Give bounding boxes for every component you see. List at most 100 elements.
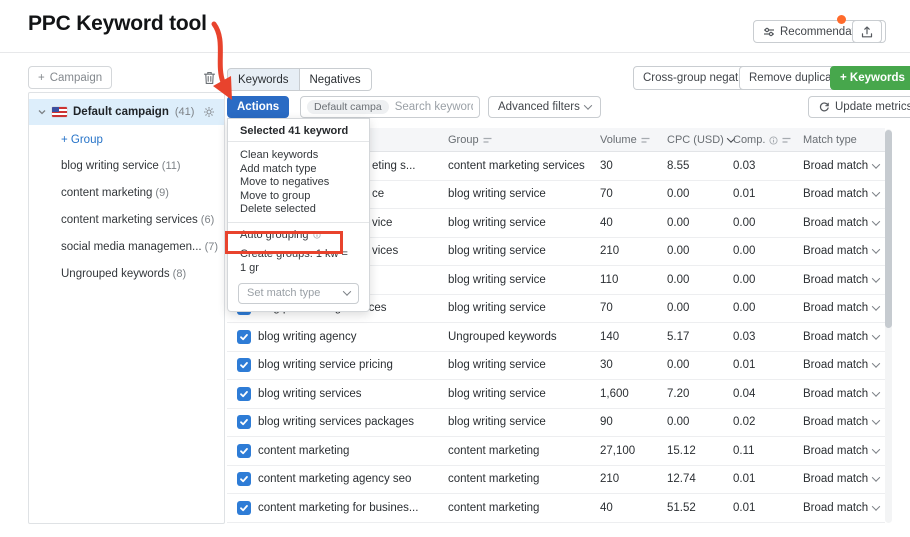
match-type-label: Broad match: [803, 274, 868, 286]
match-type-dropdown[interactable]: Broad match: [803, 416, 879, 428]
comp-cell: 0.03: [733, 331, 755, 343]
gear-icon[interactable]: [203, 106, 215, 118]
export-icon: [861, 26, 873, 38]
group-cell: content marketing: [448, 502, 539, 514]
comp-cell: 0.00: [733, 217, 755, 229]
menu-item-create-groups[interactable]: Create groups: 1 kw = 1 gr: [228, 247, 369, 277]
volume-cell: 210: [600, 473, 619, 485]
campaign-name: Default campaign: [73, 106, 169, 118]
match-type-dropdown[interactable]: Broad match: [803, 217, 879, 229]
match-type-dropdown[interactable]: Broad match: [803, 302, 879, 314]
cpc-cell: 8.55: [667, 160, 689, 172]
advanced-filters-button[interactable]: Advanced filters: [488, 96, 601, 118]
sort-icon: [483, 137, 492, 144]
group-cell: blog writing service: [448, 302, 546, 314]
keyword-cell: blog writing services packages: [258, 416, 414, 428]
cpc-cell: 5.17: [667, 331, 689, 343]
volume-cell: 27,100: [600, 445, 635, 457]
group-cell: blog writing service: [448, 245, 546, 257]
group-count: (7): [205, 241, 218, 253]
keyword-checkbox-checked[interactable]: [237, 501, 251, 515]
comp-cell: 0.04: [733, 388, 755, 400]
keyword-checkbox-checked[interactable]: [237, 387, 251, 401]
chevron-down-icon: [872, 331, 880, 339]
volume-cell: 110: [600, 274, 618, 286]
match-type-dropdown[interactable]: Broad match: [803, 274, 879, 286]
comp-cell: 0.01: [733, 188, 755, 200]
keyword-checkbox-checked[interactable]: [237, 358, 251, 372]
volume-cell: 70: [600, 302, 613, 314]
table-row: content marketing agency seocontent mark…: [227, 466, 885, 495]
match-type-label: Broad match: [803, 445, 868, 457]
sidebar-item-default-campaign[interactable]: Default campaign (41): [29, 99, 224, 125]
sidebar-item-group-0[interactable]: blog writing service(11): [61, 160, 181, 175]
column-header-match-type[interactable]: Match type: [803, 128, 857, 152]
sidebar-item-group-3[interactable]: social media managemen...(7): [61, 241, 218, 256]
volume-cell: 40: [600, 502, 613, 514]
match-type-dropdown[interactable]: Broad match: [803, 445, 879, 457]
set-match-type-select[interactable]: Set match type: [238, 283, 359, 304]
tab-keywords[interactable]: Keywords: [227, 68, 300, 91]
keyword-cell: vices: [372, 245, 398, 257]
table-row: content marketingcontent marketing27,100…: [227, 437, 885, 466]
column-header-volume[interactable]: Volume: [600, 128, 650, 152]
comp-cell: 0.02: [733, 416, 755, 428]
group-cell: blog writing service: [448, 217, 546, 229]
add-keywords-button[interactable]: + Keywords: [830, 66, 910, 90]
column-header-group[interactable]: Group: [448, 128, 492, 152]
export-button[interactable]: [852, 20, 882, 43]
keyword-checkbox-checked[interactable]: [237, 472, 251, 486]
trash-icon[interactable]: [198, 67, 220, 89]
column-header-cpc[interactable]: CPC (USD): [667, 128, 734, 152]
table-row: blog writing services packages blog writi…: [227, 409, 885, 438]
match-type-dropdown[interactable]: Broad match: [803, 473, 879, 485]
keyword-checkbox-checked[interactable]: [237, 444, 251, 458]
refresh-icon: [818, 101, 830, 113]
table-row: content marketing for busines...content …: [227, 494, 885, 523]
match-type-dropdown[interactable]: Broad match: [803, 388, 879, 400]
group-name: Ungrouped keywords: [61, 268, 170, 280]
menu-item-clean-keywords[interactable]: Clean keywords: [228, 149, 369, 163]
menu-item-auto-grouping[interactable]: Auto grouping: [228, 223, 369, 247]
chevron-down-icon: [343, 288, 351, 296]
match-type-dropdown[interactable]: Broad match: [803, 331, 879, 343]
menu-item-delete-selected[interactable]: Delete selected: [228, 203, 369, 217]
group-name: social media managemen...: [61, 241, 202, 253]
chevron-down-icon: [872, 303, 880, 311]
add-campaign-button[interactable]: + Campaign: [28, 66, 112, 89]
group-cell: content marketing: [448, 473, 539, 485]
actions-button[interactable]: Actions: [227, 96, 289, 118]
chevron-down-icon: [872, 360, 880, 368]
keyword-cell: eting s...: [372, 160, 415, 172]
match-type-label: Broad match: [803, 388, 868, 400]
keyword-checkbox-checked[interactable]: [237, 330, 251, 344]
tab-negatives[interactable]: Negatives: [300, 68, 372, 91]
menu-item-move-to-group[interactable]: Move to group: [228, 190, 369, 204]
group-cell: blog writing service: [448, 416, 546, 428]
search-box[interactable]: Default campa: [300, 96, 480, 118]
update-metrics-button[interactable]: Update metrics: [808, 96, 910, 118]
column-header-comp[interactable]: Comp.: [733, 128, 791, 152]
sidebar-item-group-1[interactable]: content marketing(9): [61, 187, 169, 202]
chevron-down-icon: [872, 189, 880, 197]
sidebar-item-group-4[interactable]: Ungrouped keywords(8): [61, 268, 186, 283]
menu-item-move-to-negatives[interactable]: Move to negatives: [228, 176, 369, 190]
group-name: content marketing: [61, 187, 152, 199]
search-input[interactable]: [395, 101, 473, 113]
table-scrollbar-thumb[interactable]: [885, 130, 892, 328]
sidebar-item-group-2[interactable]: content marketing services(6): [61, 214, 214, 229]
match-type-dropdown[interactable]: Broad match: [803, 188, 879, 200]
match-type-dropdown[interactable]: Broad match: [803, 502, 879, 514]
chevron-down-icon: [872, 388, 880, 396]
chevron-down-icon: [872, 417, 880, 425]
comp-cell: 0.03: [733, 160, 755, 172]
keyword-checkbox-checked[interactable]: [237, 415, 251, 429]
menu-item-add-match-type[interactable]: Add match type: [228, 163, 369, 177]
match-type-dropdown[interactable]: Broad match: [803, 359, 879, 371]
match-type-dropdown[interactable]: Broad match: [803, 160, 879, 172]
match-type-dropdown[interactable]: Broad match: [803, 245, 879, 257]
group-count: (9): [155, 187, 168, 199]
cpc-cell: 0.00: [667, 359, 689, 371]
add-group-link[interactable]: + Group: [61, 134, 103, 146]
campaign-filter-chip[interactable]: Default campa: [307, 100, 389, 114]
